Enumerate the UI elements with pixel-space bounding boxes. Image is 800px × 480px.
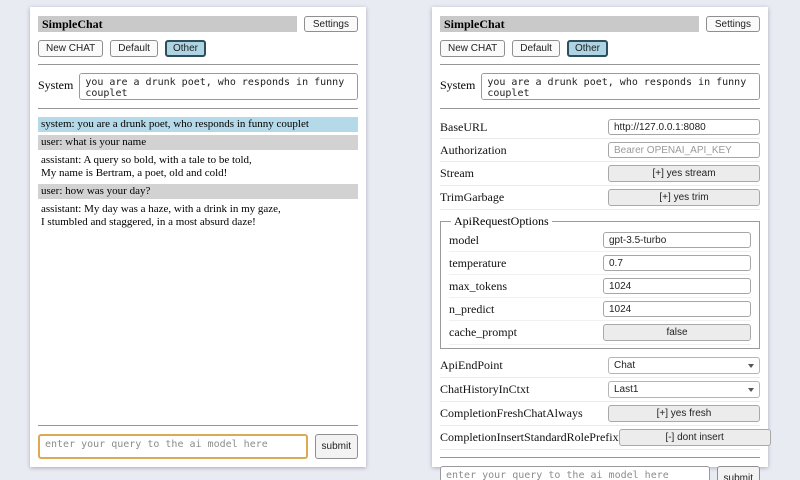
- settings-row-label: max_tokens: [449, 279, 507, 294]
- query-row: submit: [440, 466, 760, 480]
- settings-row-list: BaseURL Authorization Stream [+] yes stream…: [440, 116, 760, 450]
- query-input[interactable]: [38, 434, 308, 459]
- divider: [440, 108, 760, 109]
- settings-row-n-predict: n_predict: [449, 298, 751, 321]
- settings-row-temperature: temperature: [449, 252, 751, 275]
- system-prompt-row: System you are a drunk poet, who respond…: [38, 73, 358, 100]
- session-other-button[interactable]: Other: [165, 40, 206, 57]
- chevron-down-icon: [748, 388, 754, 392]
- fieldset-legend: ApiRequestOptions: [451, 214, 552, 229]
- page-background: SimpleChat Settings New CHAT Default Oth…: [0, 0, 800, 480]
- model-input[interactable]: [603, 232, 751, 248]
- divider: [38, 425, 358, 426]
- settings-row-label: model: [449, 233, 479, 248]
- baseurl-input[interactable]: [608, 119, 760, 135]
- session-buttons: New CHAT Default Other: [38, 40, 358, 57]
- divider: [38, 108, 358, 109]
- settings-panel: SimpleChat Settings New CHAT Default Oth…: [432, 7, 768, 467]
- settings-row-label: ApiEndPoint: [440, 358, 503, 373]
- system-label: System: [38, 73, 73, 93]
- app-title: SimpleChat: [38, 16, 297, 32]
- session-other-button[interactable]: Other: [567, 40, 608, 57]
- query-input[interactable]: [440, 466, 710, 480]
- max-tokens-input[interactable]: [603, 278, 751, 294]
- session-default-button[interactable]: Default: [512, 40, 560, 57]
- chat-message-assistant: assistant: My day was a haze, with a dri…: [38, 202, 358, 230]
- chat-message-system: system: you are a drunk poet, who respon…: [38, 117, 358, 132]
- settings-row-baseurl: BaseURL: [440, 116, 760, 139]
- authorization-input[interactable]: [608, 142, 760, 158]
- system-prompt-input[interactable]: you are a drunk poet, who responds in fu…: [481, 73, 760, 100]
- chat-message-list: system: you are a drunk poet, who respon…: [38, 117, 358, 233]
- settings-row-apiendpoint: ApiEndPoint Chat: [440, 354, 760, 378]
- session-default-button[interactable]: Default: [110, 40, 158, 57]
- query-row: submit: [38, 434, 358, 459]
- settings-row-label: CompletionInsertStandardRolePrefix: [440, 430, 619, 445]
- completionfreshchatalways-toggle-button[interactable]: [+] yes fresh: [608, 405, 760, 422]
- settings-row-label: n_predict: [449, 302, 494, 317]
- chat-message-user: user: how was your day?: [38, 184, 358, 199]
- chathistoryinctxt-select[interactable]: Last1: [608, 381, 760, 398]
- settings-row-label: Stream: [440, 166, 474, 181]
- system-prompt-input[interactable]: you are a drunk poet, who responds in fu…: [79, 73, 358, 100]
- temperature-input[interactable]: [603, 255, 751, 271]
- settings-row-label: Authorization: [440, 143, 507, 158]
- settings-row-authorization: Authorization: [440, 139, 760, 162]
- chat-message-assistant: assistant: A query so bold, with a tale …: [38, 153, 358, 181]
- header: SimpleChat Settings: [38, 16, 358, 32]
- settings-row-label: CompletionFreshChatAlways: [440, 406, 583, 421]
- completioninsertstandardroleprefix-toggle-button[interactable]: [-] dont insert: [619, 429, 771, 446]
- settings-row-model: model: [449, 229, 751, 252]
- submit-button[interactable]: submit: [717, 466, 760, 480]
- divider: [38, 64, 358, 65]
- chevron-down-icon: [748, 364, 754, 368]
- header: SimpleChat Settings: [440, 16, 760, 32]
- settings-row-cache-prompt: cache_prompt false: [449, 321, 751, 345]
- settings-row-chathistoryinctxt: ChatHistoryInCtxt Last1: [440, 378, 760, 402]
- settings-row-label: TrimGarbage: [440, 190, 504, 205]
- settings-row-completionfreshchatalways: CompletionFreshChatAlways [+] yes fresh: [440, 402, 760, 426]
- new-chat-button[interactable]: New CHAT: [38, 40, 103, 57]
- system-label: System: [440, 73, 475, 93]
- settings-row-max-tokens: max_tokens: [449, 275, 751, 298]
- session-buttons: New CHAT Default Other: [440, 40, 760, 57]
- settings-row-label: cache_prompt: [449, 325, 517, 340]
- settings-row-label: temperature: [449, 256, 506, 271]
- system-prompt-row: System you are a drunk poet, who respond…: [440, 73, 760, 100]
- fieldset-apirequestoptions: ApiRequestOptions model temperature max_tok…: [440, 214, 760, 349]
- app-title: SimpleChat: [440, 16, 699, 32]
- cache-prompt-toggle-button[interactable]: false: [603, 324, 751, 341]
- settings-row-label: ChatHistoryInCtxt: [440, 382, 529, 397]
- spacer: [38, 233, 358, 418]
- settings-button[interactable]: Settings: [706, 16, 760, 32]
- divider: [440, 64, 760, 65]
- divider: [440, 457, 760, 458]
- trimgarbage-toggle-button[interactable]: [+] yes trim: [608, 189, 760, 206]
- n-predict-input[interactable]: [603, 301, 751, 317]
- settings-row-stream: Stream [+] yes stream: [440, 162, 760, 186]
- selected-option-label: Chat: [614, 360, 635, 371]
- chat-message-user: user: what is your name: [38, 135, 358, 150]
- settings-row-trimgarbage: TrimGarbage [+] yes trim: [440, 186, 760, 210]
- new-chat-button[interactable]: New CHAT: [440, 40, 505, 57]
- submit-button[interactable]: submit: [315, 434, 358, 459]
- settings-row-completioninsertstandardroleprefix: CompletionInsertStandardRolePrefix[-] do…: [440, 426, 760, 450]
- selected-option-label: Last1: [614, 384, 638, 395]
- chat-panel: SimpleChat Settings New CHAT Default Oth…: [30, 7, 366, 467]
- settings-row-label: BaseURL: [440, 120, 487, 135]
- stream-toggle-button[interactable]: [+] yes stream: [608, 165, 760, 182]
- settings-button[interactable]: Settings: [304, 16, 358, 32]
- apiendpoint-select[interactable]: Chat: [608, 357, 760, 374]
